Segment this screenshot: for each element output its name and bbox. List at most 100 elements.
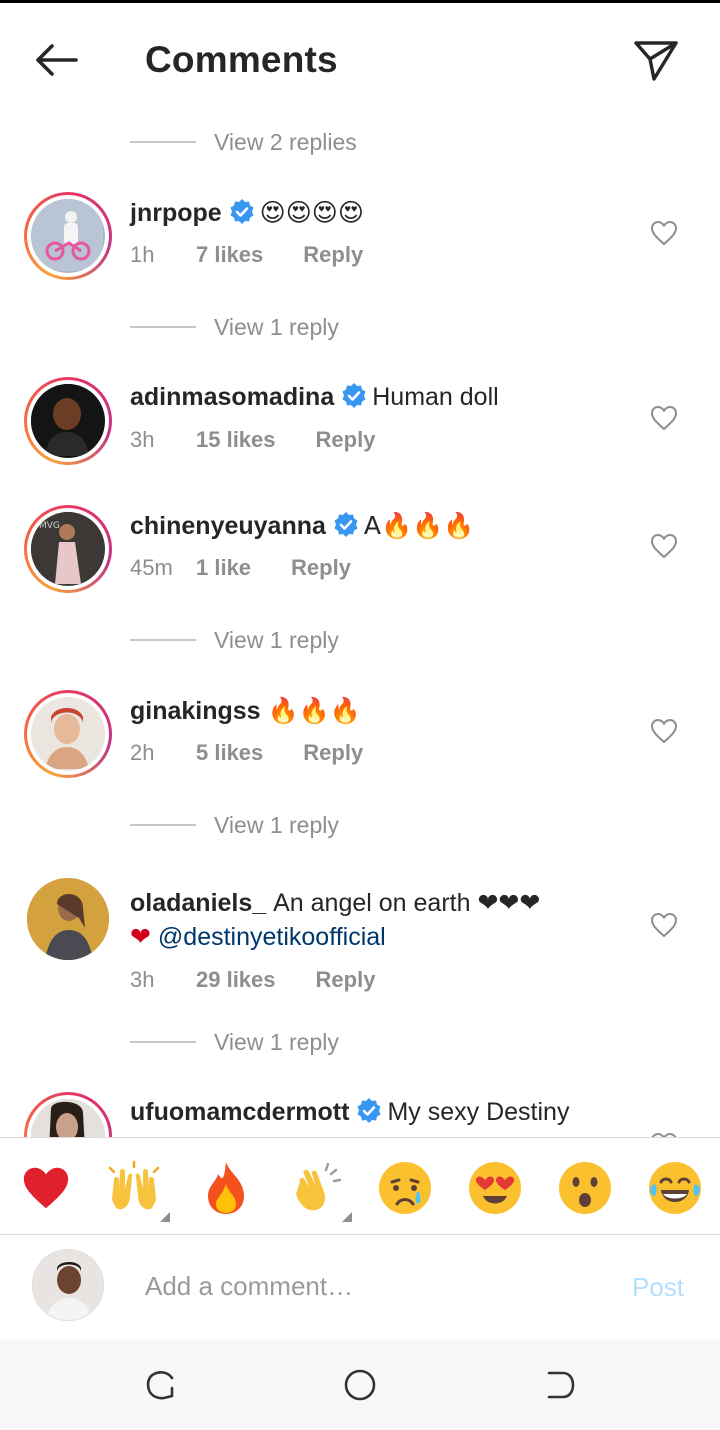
view-replies-label: View 1 reply — [214, 811, 339, 838]
comment-input[interactable] — [145, 1264, 605, 1308]
username[interactable]: ginakingss — [130, 697, 261, 725]
like-heart-icon[interactable] — [650, 405, 678, 431]
comment-text: ginakingss 🔥🔥🔥 — [130, 694, 640, 728]
reply-button[interactable]: Reply — [291, 555, 351, 581]
system-navigation-bar — [0, 1340, 720, 1430]
timestamp: 45m — [130, 555, 173, 580]
likes-count[interactable]: 15 likes — [196, 427, 276, 453]
comment-body: A🔥🔥🔥 — [363, 511, 475, 540]
tears-of-joy-emoji-icon — [649, 1162, 701, 1214]
surprised-face-emoji-icon — [559, 1162, 611, 1214]
variants-indicator — [342, 1212, 352, 1222]
variants-indicator — [160, 1212, 170, 1222]
verified-badge-icon — [334, 512, 358, 537]
reaction-raising-hands[interactable] — [106, 1160, 170, 1222]
view-replies[interactable]: View 1 reply — [130, 307, 339, 347]
likes-count[interactable]: 29 likes — [196, 967, 276, 993]
likes-count[interactable]: 7 likes — [196, 242, 263, 268]
timestamp: 3h — [130, 427, 155, 452]
comment-body: An angel on earth ❤❤❤ — [273, 889, 541, 917]
verified-badge-icon — [230, 199, 254, 224]
reaction-crying-face[interactable] — [377, 1160, 433, 1216]
avatar[interactable] — [24, 1092, 112, 1137]
avatar[interactable]: MVG — [24, 505, 112, 593]
comment-body: Human doll — [372, 383, 499, 411]
reaction-surprised-face[interactable] — [557, 1160, 613, 1216]
avatar[interactable] — [24, 875, 112, 963]
clapping-hands-emoji-icon — [296, 1162, 342, 1211]
verified-badge-icon — [342, 383, 366, 408]
username[interactable]: jnrpope — [130, 199, 222, 227]
view-replies[interactable]: View 1 reply — [130, 620, 339, 660]
username[interactable]: adinmasomadina — [130, 383, 334, 411]
arrow-left-icon — [36, 44, 78, 76]
raising-hands-emoji-icon — [108, 1160, 160, 1210]
reply-button[interactable]: Reply — [316, 967, 376, 993]
timestamp: 1h — [130, 242, 155, 267]
view-replies[interactable]: View 1 reply — [130, 1022, 339, 1062]
username[interactable]: ufuomamcdermott — [130, 1098, 349, 1126]
avatar[interactable] — [24, 377, 112, 465]
likes-count[interactable]: 1 like — [196, 555, 251, 581]
comment-text: ufuomamcdermott My sexy Destiny — [130, 1096, 640, 1129]
comment-meta: 3h 29 likes Reply — [130, 967, 375, 993]
divider — [130, 326, 196, 328]
username[interactable]: chinenyeuyanna — [130, 512, 326, 540]
comment-meta: 3h 15 likes Reply — [130, 427, 375, 453]
reaction-fire[interactable] — [198, 1160, 254, 1216]
red-heart-emoji-icon — [23, 1167, 69, 1209]
comment-body: 😍😍😍😍 — [259, 198, 364, 227]
reaction-tears-of-joy[interactable] — [647, 1160, 703, 1216]
fire-emoji-icon — [208, 1162, 244, 1214]
post-button[interactable]: Post — [632, 1272, 684, 1303]
like-heart-icon[interactable] — [650, 718, 678, 744]
recent-apps-icon[interactable] — [144, 1368, 178, 1402]
like-heart-icon[interactable] — [650, 220, 678, 246]
page-title: Comments — [145, 39, 338, 80]
reply-button[interactable]: Reply — [316, 427, 376, 453]
username[interactable]: oladaniels_ — [130, 889, 266, 917]
back-button[interactable] — [26, 35, 86, 85]
reply-button[interactable]: Reply — [303, 242, 363, 268]
like-heart-icon[interactable] — [650, 533, 678, 559]
view-replies-label: View 1 reply — [214, 1028, 339, 1055]
view-replies-label: View 1 reply — [214, 626, 339, 653]
comment-body-continued: ❤ — [130, 922, 151, 951]
like-heart-icon[interactable] — [650, 912, 678, 938]
comment-composer: Post — [0, 1236, 720, 1340]
reaction-clapping-hands[interactable] — [288, 1160, 352, 1222]
divider — [130, 824, 196, 826]
mention-link[interactable]: @destinyetikoofficial — [158, 923, 386, 951]
view-replies-label: View 2 replies — [214, 128, 357, 155]
share-button[interactable] — [628, 33, 684, 89]
view-replies[interactable]: View 1 reply — [130, 805, 339, 845]
comment-text: oladaniels_ An angel on earth ❤❤❤ ❤ @des… — [130, 887, 640, 954]
heart-eyes-emoji-icon — [469, 1162, 521, 1214]
timestamp: 2h — [130, 740, 155, 765]
reply-button[interactable]: Reply — [303, 740, 363, 766]
comments-list[interactable]: View 2 replies jnrpope 😍😍😍😍 1h 7 likes Re… — [0, 108, 720, 1137]
paper-plane-icon — [634, 41, 678, 81]
comment-body: 🔥🔥🔥 — [267, 696, 361, 725]
home-icon[interactable] — [343, 1368, 377, 1402]
comment-meta: 1h 7 likes Reply — [130, 242, 363, 268]
timestamp: 3h — [130, 967, 155, 992]
avatar[interactable] — [24, 192, 112, 280]
crying-face-emoji-icon — [379, 1162, 431, 1214]
comment-body: My sexy Destiny — [387, 1098, 570, 1126]
view-replies-label: View 1 reply — [214, 313, 339, 340]
divider — [130, 141, 196, 143]
comment-text: adinmasomadina Human doll — [130, 381, 640, 414]
comment-meta: 45m 1 like Reply — [130, 555, 351, 581]
verified-badge-icon — [357, 1098, 381, 1123]
avatar[interactable] — [24, 690, 112, 778]
reaction-heart-eyes[interactable] — [467, 1160, 523, 1216]
view-replies[interactable]: View 2 replies — [130, 122, 357, 162]
divider — [130, 639, 196, 641]
comment-text: chinenyeuyanna A🔥🔥🔥 — [130, 509, 640, 543]
back-nav-icon[interactable] — [543, 1368, 577, 1402]
quick-reactions-bar — [0, 1137, 720, 1235]
likes-count[interactable]: 5 likes — [196, 740, 263, 766]
divider — [130, 1041, 196, 1043]
reaction-red-heart[interactable] — [18, 1160, 74, 1216]
